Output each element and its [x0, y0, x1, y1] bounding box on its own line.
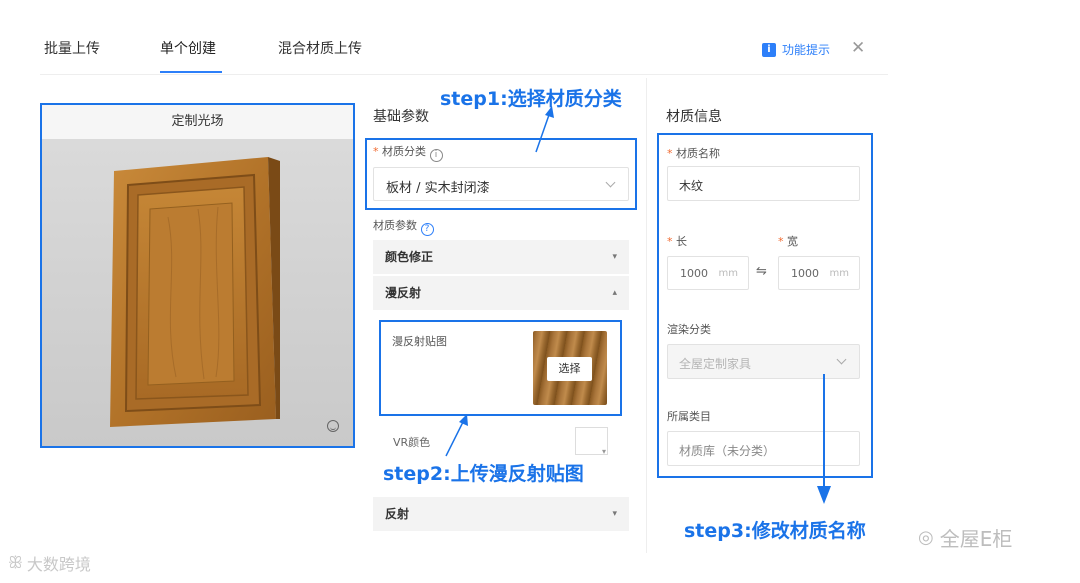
chevron-down-icon: ▾	[612, 252, 617, 262]
tab-mixed-upload[interactable]: 混合材质上传	[278, 38, 362, 58]
length-unit: mm	[718, 268, 738, 279]
render-value: 全屋定制家具	[679, 357, 752, 371]
category-label-row: * 材质分类 i	[373, 143, 443, 162]
name-label: 材质名称	[676, 147, 720, 160]
tabs-divider	[40, 74, 888, 75]
vr-color-label: VR颜色	[393, 436, 431, 449]
width-value: 1000	[791, 267, 819, 280]
chevron-down-icon	[605, 177, 616, 188]
category-select-value: 板材 / 实木封闭漆	[386, 181, 490, 196]
question-icon[interactable]: ?	[420, 223, 434, 236]
tab-single-create[interactable]: 单个创建	[160, 38, 216, 58]
length-value: 1000	[680, 267, 708, 280]
accordion-diffuse[interactable]: 漫反射 ▴	[373, 276, 629, 310]
preview-panel: 定制光场	[40, 103, 355, 448]
accordion-label: 反射	[385, 507, 410, 521]
step3-annotation: step3:修改材质名称	[684, 520, 866, 542]
material-name-value: 木纹	[679, 179, 704, 193]
choose-button[interactable]: 选择	[547, 357, 592, 381]
watermark-right-text: 全屋E柜	[939, 527, 1013, 551]
accordion-label: 漫反射	[385, 286, 422, 300]
width-input[interactable]: 1000 mm	[778, 256, 860, 290]
smile-icon[interactable]	[327, 420, 339, 432]
accordion-label: 颜色修正	[385, 250, 434, 264]
close-icon[interactable]: ✕	[851, 38, 865, 58]
chevron-down-icon: ▾	[612, 509, 617, 519]
chevron-up-icon: ▴	[612, 288, 617, 298]
active-tab-indicator	[160, 71, 222, 73]
step3-arrow	[817, 374, 831, 504]
watermark-left: ꕥ 大数跨境	[8, 551, 91, 575]
material-info-title: 材质信息	[666, 109, 722, 125]
help-label: 功能提示	[782, 43, 831, 57]
watermark-right: ◎ 全屋E柜	[918, 523, 1012, 552]
required-mark: *	[667, 147, 676, 160]
material-name-input[interactable]: 木纹	[667, 166, 860, 201]
preview-title: 定制光场	[42, 105, 353, 139]
length-label-row: * 长	[667, 233, 687, 249]
step2-arrow	[445, 414, 468, 457]
info-icon[interactable]: i	[429, 149, 443, 162]
params-label: 材质参数	[373, 219, 417, 232]
accordion-reflection[interactable]: 反射 ▾	[373, 497, 629, 531]
tab-batch-upload[interactable]: 批量上传	[44, 38, 100, 58]
watermark-left-text: 大数跨境	[26, 555, 91, 574]
step2-annotation: step2:上传漫反射贴图	[383, 463, 584, 485]
column-divider	[646, 78, 647, 553]
wechat-icon: ◎	[918, 527, 934, 548]
watermark-logo-icon: ꕥ	[8, 553, 23, 572]
params-label-row: 材质参数 ?	[373, 217, 434, 236]
length-input[interactable]: 1000 mm	[667, 256, 749, 290]
diffuse-map-label: 漫反射贴图	[392, 335, 447, 348]
vr-color-picker[interactable]	[575, 427, 608, 456]
category-select[interactable]: 板材 / 实木封闭漆	[373, 167, 629, 201]
info-icon: i	[762, 42, 776, 57]
length-label: 长	[676, 235, 687, 248]
belong-category-value: 材质库（未分类）	[679, 444, 776, 458]
basic-params-title: 基础参数	[373, 109, 429, 125]
step1-arrow	[535, 106, 554, 153]
required-mark: *	[778, 235, 787, 248]
render-label: 渲染分类	[667, 323, 711, 336]
category-label: 材质分类	[382, 145, 426, 158]
accordion-color-correction[interactable]: 颜色修正 ▾	[373, 240, 629, 274]
help-link[interactable]: i 功能提示	[762, 41, 830, 58]
belong-category-label: 所属类目	[667, 410, 711, 423]
required-mark: *	[373, 145, 382, 158]
chevron-down-icon	[836, 354, 847, 365]
required-mark: *	[667, 235, 676, 248]
swap-icon[interactable]: ⇋	[756, 264, 767, 279]
width-label: 宽	[787, 235, 798, 248]
cabinet-door-image	[110, 157, 280, 427]
name-label-row: * 材质名称	[667, 145, 720, 161]
width-label-row: * 宽	[778, 233, 798, 249]
width-unit: mm	[829, 268, 849, 279]
